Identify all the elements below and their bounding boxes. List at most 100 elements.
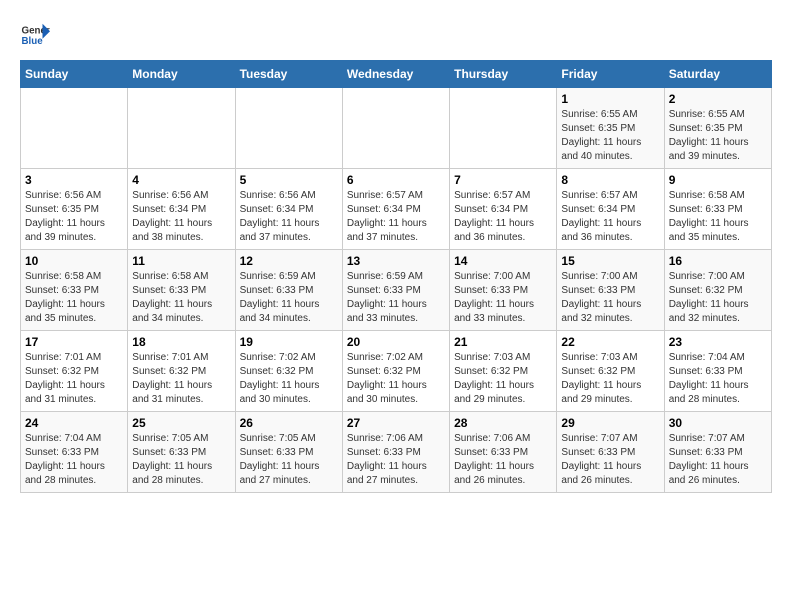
- day-info: Sunrise: 6:56 AM Sunset: 6:35 PM Dayligh…: [25, 189, 123, 245]
- calendar-table: SundayMondayTuesdayWednesdayThursdayFrid…: [20, 60, 772, 493]
- day-number: 16: [669, 254, 767, 268]
- day-number: 8: [561, 173, 659, 187]
- day-info: Sunrise: 7:00 AM Sunset: 6:33 PM Dayligh…: [454, 270, 552, 326]
- calendar-cell: 21 Sunrise: 7:03 AM Sunset: 6:32 PM Dayli…: [450, 331, 557, 412]
- day-info: Sunrise: 6:59 AM Sunset: 6:33 PM Dayligh…: [347, 270, 445, 326]
- day-number: 30: [669, 416, 767, 430]
- calendar-cell: 9 Sunrise: 6:58 AM Sunset: 6:33 PM Daylig…: [664, 169, 771, 250]
- day-number: 13: [347, 254, 445, 268]
- calendar-cell: 23 Sunrise: 7:04 AM Sunset: 6:33 PM Dayli…: [664, 331, 771, 412]
- day-info: Sunrise: 7:01 AM Sunset: 6:32 PM Dayligh…: [25, 351, 123, 407]
- calendar-cell: 1 Sunrise: 6:55 AM Sunset: 6:35 PM Daylig…: [557, 88, 664, 169]
- calendar-cell: 14 Sunrise: 7:00 AM Sunset: 6:33 PM Dayli…: [450, 250, 557, 331]
- day-info: Sunrise: 6:59 AM Sunset: 6:33 PM Dayligh…: [240, 270, 338, 326]
- day-info: Sunrise: 6:58 AM Sunset: 6:33 PM Dayligh…: [25, 270, 123, 326]
- day-info: Sunrise: 6:55 AM Sunset: 6:35 PM Dayligh…: [561, 108, 659, 164]
- calendar-cell: 11 Sunrise: 6:58 AM Sunset: 6:33 PM Dayli…: [128, 250, 235, 331]
- header: General Blue: [20, 20, 772, 50]
- calendar-cell: [450, 88, 557, 169]
- calendar-body: 1 Sunrise: 6:55 AM Sunset: 6:35 PM Daylig…: [21, 88, 772, 493]
- day-info: Sunrise: 6:56 AM Sunset: 6:34 PM Dayligh…: [132, 189, 230, 245]
- calendar-cell: 24 Sunrise: 7:04 AM Sunset: 6:33 PM Dayli…: [21, 412, 128, 493]
- day-number: 3: [25, 173, 123, 187]
- day-info: Sunrise: 7:04 AM Sunset: 6:33 PM Dayligh…: [25, 432, 123, 488]
- day-info: Sunrise: 7:02 AM Sunset: 6:32 PM Dayligh…: [347, 351, 445, 407]
- weekday-header-wednesday: Wednesday: [342, 61, 449, 88]
- calendar-cell: 16 Sunrise: 7:00 AM Sunset: 6:32 PM Dayli…: [664, 250, 771, 331]
- day-info: Sunrise: 7:02 AM Sunset: 6:32 PM Dayligh…: [240, 351, 338, 407]
- calendar-cell: [21, 88, 128, 169]
- calendar-cell: 2Sunrise: 6:55 AM Sunset: 6:35 PM Daylig…: [664, 88, 771, 169]
- day-info: Sunrise: 7:03 AM Sunset: 6:32 PM Dayligh…: [454, 351, 552, 407]
- day-number: 29: [561, 416, 659, 430]
- calendar-cell: 13 Sunrise: 6:59 AM Sunset: 6:33 PM Dayli…: [342, 250, 449, 331]
- day-number: 9: [669, 173, 767, 187]
- day-number: 4: [132, 173, 230, 187]
- logo: General Blue: [20, 20, 50, 50]
- calendar-cell: 8 Sunrise: 6:57 AM Sunset: 6:34 PM Daylig…: [557, 169, 664, 250]
- logo-icon: General Blue: [20, 20, 50, 50]
- week-row-2: 3 Sunrise: 6:56 AM Sunset: 6:35 PM Daylig…: [21, 169, 772, 250]
- day-info: Sunrise: 6:58 AM Sunset: 6:33 PM Dayligh…: [132, 270, 230, 326]
- weekday-header-saturday: Saturday: [664, 61, 771, 88]
- calendar-cell: 17 Sunrise: 7:01 AM Sunset: 6:32 PM Dayli…: [21, 331, 128, 412]
- day-number: 21: [454, 335, 552, 349]
- calendar-cell: 10 Sunrise: 6:58 AM Sunset: 6:33 PM Dayli…: [21, 250, 128, 331]
- day-number: 6: [347, 173, 445, 187]
- calendar-cell: 4 Sunrise: 6:56 AM Sunset: 6:34 PM Daylig…: [128, 169, 235, 250]
- day-info: Sunrise: 7:01 AM Sunset: 6:32 PM Dayligh…: [132, 351, 230, 407]
- weekday-header-row: SundayMondayTuesdayWednesdayThursdayFrid…: [21, 61, 772, 88]
- week-row-1: 1 Sunrise: 6:55 AM Sunset: 6:35 PM Daylig…: [21, 88, 772, 169]
- day-number: 1: [561, 92, 659, 106]
- day-info: Sunrise: 7:05 AM Sunset: 6:33 PM Dayligh…: [240, 432, 338, 488]
- day-number: 14: [454, 254, 552, 268]
- week-row-5: 24 Sunrise: 7:04 AM Sunset: 6:33 PM Dayli…: [21, 412, 772, 493]
- calendar-cell: 28Sunrise: 7:06 AM Sunset: 6:33 PM Dayli…: [450, 412, 557, 493]
- svg-text:Blue: Blue: [22, 36, 44, 47]
- calendar-cell: 20 Sunrise: 7:02 AM Sunset: 6:32 PM Dayli…: [342, 331, 449, 412]
- calendar-cell: 15Sunrise: 7:00 AM Sunset: 6:33 PM Dayli…: [557, 250, 664, 331]
- week-row-4: 17 Sunrise: 7:01 AM Sunset: 6:32 PM Dayli…: [21, 331, 772, 412]
- calendar-cell: 25 Sunrise: 7:05 AM Sunset: 6:33 PM Dayli…: [128, 412, 235, 493]
- day-number: 22: [561, 335, 659, 349]
- calendar-header: SundayMondayTuesdayWednesdayThursdayFrid…: [21, 61, 772, 88]
- day-number: 15: [561, 254, 659, 268]
- calendar-cell: 5 Sunrise: 6:56 AM Sunset: 6:34 PM Daylig…: [235, 169, 342, 250]
- weekday-header-thursday: Thursday: [450, 61, 557, 88]
- week-row-3: 10 Sunrise: 6:58 AM Sunset: 6:33 PM Dayli…: [21, 250, 772, 331]
- day-number: 11: [132, 254, 230, 268]
- day-number: 18: [132, 335, 230, 349]
- day-info: Sunrise: 6:58 AM Sunset: 6:33 PM Dayligh…: [669, 189, 767, 245]
- calendar-cell: 26Sunrise: 7:05 AM Sunset: 6:33 PM Dayli…: [235, 412, 342, 493]
- calendar-cell: 27Sunrise: 7:06 AM Sunset: 6:33 PM Dayli…: [342, 412, 449, 493]
- weekday-header-friday: Friday: [557, 61, 664, 88]
- day-info: Sunrise: 7:04 AM Sunset: 6:33 PM Dayligh…: [669, 351, 767, 407]
- calendar-cell: 30Sunrise: 7:07 AM Sunset: 6:33 PM Dayli…: [664, 412, 771, 493]
- day-number: 23: [669, 335, 767, 349]
- calendar-cell: 19 Sunrise: 7:02 AM Sunset: 6:32 PM Dayli…: [235, 331, 342, 412]
- day-info: Sunrise: 7:03 AM Sunset: 6:32 PM Dayligh…: [561, 351, 659, 407]
- day-number: 24: [25, 416, 123, 430]
- calendar-cell: 3 Sunrise: 6:56 AM Sunset: 6:35 PM Daylig…: [21, 169, 128, 250]
- calendar-cell: 12 Sunrise: 6:59 AM Sunset: 6:33 PM Dayli…: [235, 250, 342, 331]
- day-number: 19: [240, 335, 338, 349]
- day-info: Sunrise: 6:56 AM Sunset: 6:34 PM Dayligh…: [240, 189, 338, 245]
- day-info: Sunrise: 7:05 AM Sunset: 6:33 PM Dayligh…: [132, 432, 230, 488]
- day-number: 20: [347, 335, 445, 349]
- day-number: 25: [132, 416, 230, 430]
- day-info: Sunrise: 7:06 AM Sunset: 6:33 PM Dayligh…: [454, 432, 552, 488]
- day-info: Sunrise: 7:00 AM Sunset: 6:32 PM Dayligh…: [669, 270, 767, 326]
- day-number: 5: [240, 173, 338, 187]
- calendar-cell: 29 Sunrise: 7:07 AM Sunset: 6:33 PM Dayli…: [557, 412, 664, 493]
- weekday-header-monday: Monday: [128, 61, 235, 88]
- day-number: 10: [25, 254, 123, 268]
- day-number: 12: [240, 254, 338, 268]
- day-number: 2: [669, 92, 767, 106]
- calendar-cell: 7Sunrise: 6:57 AM Sunset: 6:34 PM Daylig…: [450, 169, 557, 250]
- day-info: Sunrise: 6:57 AM Sunset: 6:34 PM Dayligh…: [347, 189, 445, 245]
- day-number: 17: [25, 335, 123, 349]
- day-info: Sunrise: 7:07 AM Sunset: 6:33 PM Dayligh…: [561, 432, 659, 488]
- calendar-cell: 6 Sunrise: 6:57 AM Sunset: 6:34 PM Daylig…: [342, 169, 449, 250]
- day-info: Sunrise: 6:57 AM Sunset: 6:34 PM Dayligh…: [561, 189, 659, 245]
- calendar-cell: [128, 88, 235, 169]
